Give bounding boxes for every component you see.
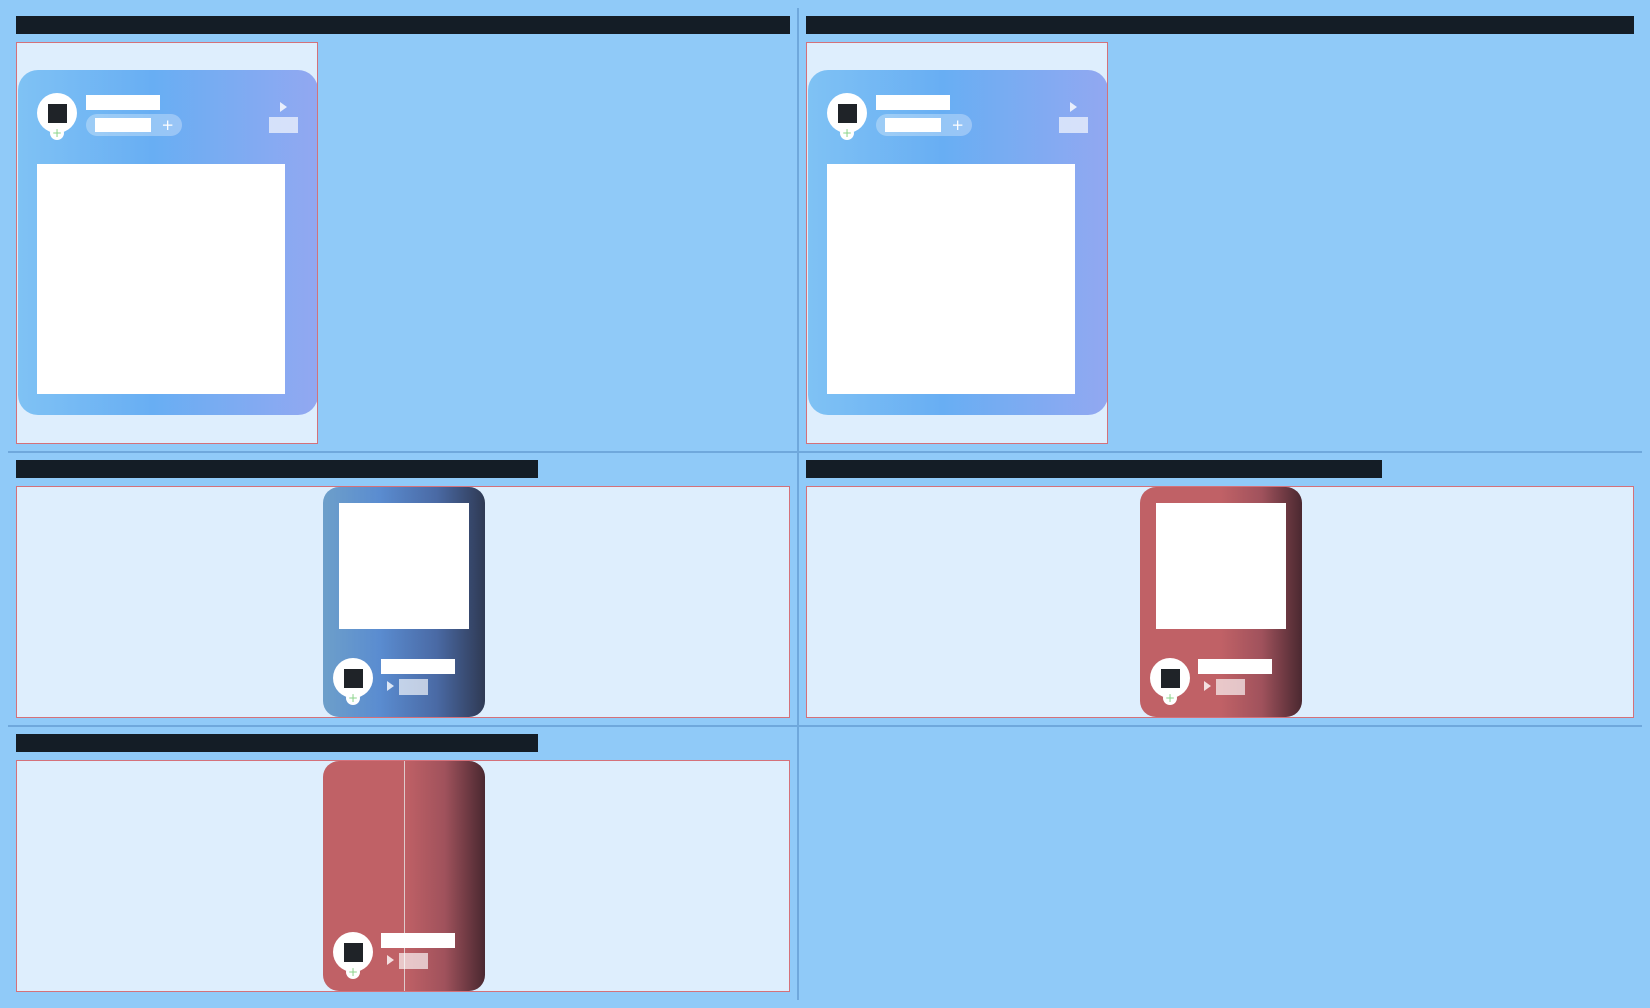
mobile-card: + xyxy=(323,761,485,991)
follow-pill-label xyxy=(95,118,151,132)
username-placeholder xyxy=(1198,659,1272,674)
panel-title-bar xyxy=(806,16,1634,34)
content-area xyxy=(1156,503,1286,629)
preview-frame: + + xyxy=(806,42,1108,444)
panel-title-bar xyxy=(16,734,538,752)
avatar-image xyxy=(344,669,363,688)
count-placeholder xyxy=(399,953,428,969)
preview-frame: + xyxy=(16,486,790,718)
content-area xyxy=(37,164,285,394)
profile-card: + + xyxy=(18,70,317,415)
content-area xyxy=(827,164,1075,394)
plus-icon[interactable]: + xyxy=(1163,691,1177,705)
plus-icon[interactable]: + xyxy=(346,965,360,979)
avatar-image xyxy=(344,943,363,962)
play-icon[interactable] xyxy=(1070,102,1077,112)
avatar[interactable]: + xyxy=(333,658,373,705)
avatar[interactable]: + xyxy=(37,93,77,140)
play-icon[interactable] xyxy=(1204,681,1211,691)
username-placeholder xyxy=(381,659,455,674)
column-divider xyxy=(797,8,799,1000)
row-divider-1 xyxy=(8,451,1642,453)
plus-icon[interactable]: + xyxy=(50,126,64,140)
play-icon[interactable] xyxy=(387,955,394,965)
follow-pill[interactable]: + xyxy=(86,114,182,136)
mobile-card: + xyxy=(323,487,485,717)
username-placeholder xyxy=(86,95,160,110)
avatar-image xyxy=(838,104,857,123)
count-placeholder xyxy=(1059,117,1088,133)
panel-title-bar xyxy=(16,460,538,478)
play-icon[interactable] xyxy=(387,681,394,691)
plus-icon[interactable]: + xyxy=(346,691,360,705)
username-placeholder xyxy=(381,933,455,948)
preview-frame: + xyxy=(806,486,1634,718)
play-icon[interactable] xyxy=(280,102,287,112)
content-area xyxy=(339,503,469,629)
panel-title-bar xyxy=(806,460,1382,478)
preview-frame: + + xyxy=(16,42,318,444)
count-placeholder xyxy=(399,679,428,695)
avatar-image xyxy=(48,104,67,123)
row-divider-2 xyxy=(8,725,1642,727)
avatar[interactable]: + xyxy=(333,932,373,979)
avatar[interactable]: + xyxy=(827,93,867,140)
follow-pill-label xyxy=(885,118,941,132)
avatar[interactable]: + xyxy=(1150,658,1190,705)
follow-pill[interactable]: + xyxy=(876,114,972,136)
count-placeholder xyxy=(269,117,298,133)
count-placeholder xyxy=(1216,679,1245,695)
plus-icon: + xyxy=(161,116,174,134)
mobile-card: + xyxy=(1140,487,1302,717)
plus-icon[interactable]: + xyxy=(840,126,854,140)
plus-icon: + xyxy=(951,116,964,134)
preview-frame: + xyxy=(16,760,790,992)
username-placeholder xyxy=(876,95,950,110)
profile-card: + + xyxy=(808,70,1107,415)
panel-title-bar xyxy=(16,16,790,34)
avatar-image xyxy=(1161,669,1180,688)
